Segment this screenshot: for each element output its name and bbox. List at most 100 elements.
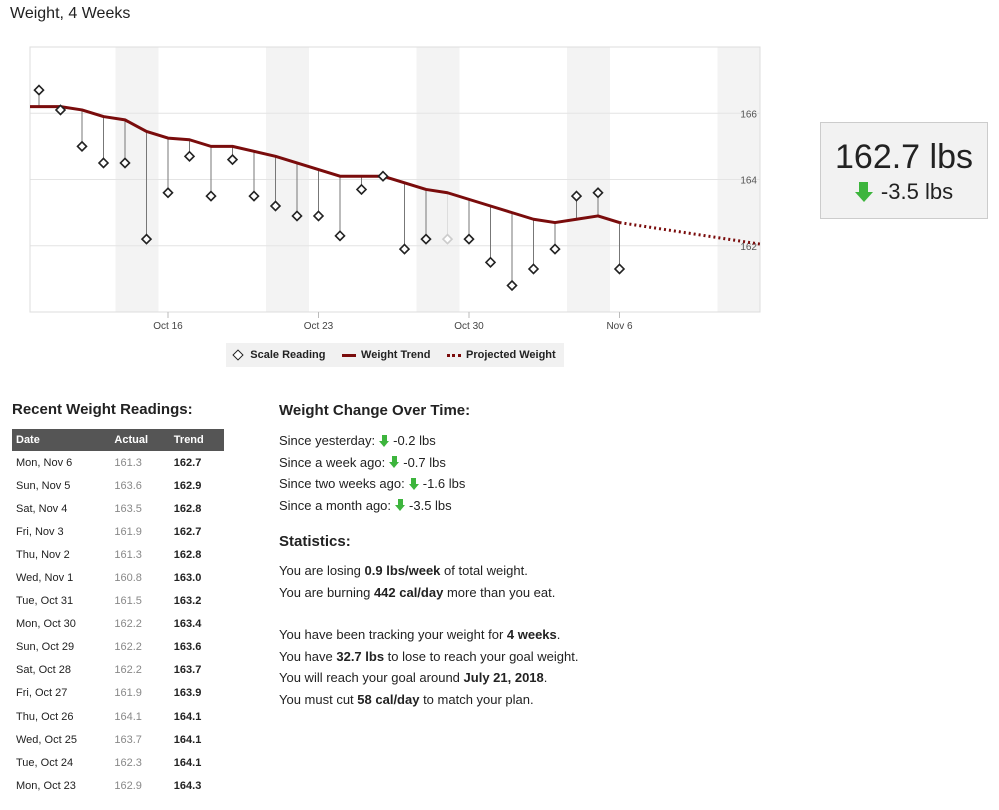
statistic-line: You must cut 58 cal/day to match your pl… — [279, 689, 578, 711]
current-weight: 162.7 lbs — [835, 138, 973, 176]
column-header-date: Date — [12, 429, 111, 451]
table-row: Sat, Oct 28 162.2 163.7 — [12, 659, 224, 682]
date-cell: Thu, Nov 2 — [16, 548, 70, 561]
trend-cell: 162.9 — [173, 479, 202, 492]
statistic-line: You are losing 0.9 lbs/week of total wei… — [279, 560, 578, 582]
legend-weight-trend[interactable]: Weight Trend — [342, 349, 430, 361]
table-row: Sun, Oct 29 162.2 163.6 — [12, 636, 224, 659]
date-cell: Sat, Oct 28 — [16, 664, 72, 677]
statistic-line: You are burning 442 cal/day more than yo… — [279, 582, 578, 604]
scale-reading-point — [334, 230, 346, 242]
x-tick-label: Oct 23 — [304, 321, 334, 332]
change-label: Since a week ago: — [279, 454, 386, 470]
date-cell: Fri, Nov 3 — [16, 525, 64, 538]
weight-change-item: Since two weeks ago: -1.6 lbs — [279, 473, 578, 495]
scale-reading-point — [76, 140, 88, 153]
table-row: Thu, Nov 2 161.3 162.8 — [12, 543, 224, 566]
column-header-trend: Trend — [169, 429, 224, 451]
down-arrow-icon — [389, 456, 400, 469]
actual-cell: 160.8 — [114, 572, 142, 585]
stat-value: 32.7 lbs — [336, 648, 385, 664]
x-tick-label: Oct 30 — [454, 321, 484, 332]
trend-cell: 163.2 — [173, 595, 202, 608]
legend-label: Weight Trend — [361, 349, 431, 361]
stat-value: July 21, 2018 — [463, 670, 544, 685]
legend-scale-reading[interactable]: Scale Reading — [232, 349, 325, 361]
actual-cell: 161.3 — [114, 456, 142, 469]
scale-reading-point — [97, 157, 110, 169]
date-cell: Wed, Nov 1 — [16, 572, 74, 585]
actual-cell: 162.9 — [114, 779, 142, 792]
legend-label: Projected Weight — [466, 349, 556, 361]
table-row: Tue, Oct 24 162.3 164.1 — [12, 751, 224, 774]
current-weight-box: 162.7 lbs -3.5 lbs — [820, 122, 988, 219]
table-row: Wed, Nov 1 160.8 163.0 — [12, 566, 224, 589]
change-value: -0.7 lbs — [403, 454, 446, 470]
stat-text: You have — [279, 648, 337, 664]
weight-change-item: Since a week ago: -0.7 lbs — [279, 452, 578, 474]
scale-reading-point — [312, 210, 325, 222]
stat-text: more than you eat. — [443, 584, 556, 600]
table-row: Fri, Nov 3 161.9 162.7 — [12, 520, 224, 543]
change-label: Since yesterday: — [279, 433, 376, 448]
actual-cell: 163.5 — [114, 502, 142, 515]
trend-cell: 164.1 — [173, 733, 202, 746]
trend-cell: 163.0 — [173, 572, 202, 585]
actual-cell: 164.1 — [114, 710, 142, 723]
stat-text: . — [543, 670, 548, 685]
trend-cell: 164.1 — [173, 756, 202, 769]
table-row: Fri, Oct 27 161.9 163.9 — [12, 682, 224, 705]
scale-reading-point — [484, 256, 497, 268]
statistic-line: You have been tracking your weight for 4… — [279, 624, 578, 646]
scale-reading-point — [613, 263, 626, 275]
down-arrow-icon — [379, 434, 390, 447]
stat-value: 442 cal/day — [373, 584, 444, 600]
scale-reading-point — [162, 187, 174, 199]
change-value: -3.5 lbs — [409, 497, 452, 513]
trend-cell: 163.7 — [173, 664, 202, 677]
change-label: Since a month ago: — [279, 497, 392, 513]
stat-value: 0.9 lbs/week — [364, 563, 441, 578]
scale-reading-point — [226, 153, 239, 166]
scale-reading-point — [506, 279, 518, 292]
statistics-title: Statistics: — [279, 533, 351, 550]
line-icon — [342, 353, 357, 357]
recent-readings-title: Recent Weight Readings: — [12, 401, 193, 418]
trend-cell: 163.9 — [173, 687, 202, 700]
date-cell: Tue, Oct 24 — [16, 756, 74, 769]
y-tick-label: 164 — [740, 176, 757, 187]
date-cell: Mon, Oct 30 — [16, 618, 76, 631]
actual-cell: 161.9 — [114, 687, 142, 700]
stat-text: You will reach your goal around — [279, 670, 464, 685]
stat-value: 58 cal/day — [357, 691, 420, 707]
change-value: -1.6 lbs — [422, 476, 466, 491]
table-row: Sun, Nov 5 163.6 162.9 — [12, 474, 224, 497]
stat-text: You must cut — [279, 691, 358, 707]
actual-cell: 162.2 — [114, 618, 142, 631]
x-tick-label: Oct 16 — [153, 321, 183, 332]
date-cell: Sun, Nov 5 — [16, 479, 71, 492]
actual-cell: 163.7 — [114, 733, 142, 746]
down-arrow-icon — [395, 499, 406, 512]
trend-cell: 164.3 — [173, 779, 202, 792]
date-cell: Fri, Oct 27 — [16, 687, 68, 700]
actual-cell: 163.6 — [114, 479, 142, 492]
scale-reading-point — [183, 150, 196, 162]
date-cell: Tue, Oct 31 — [16, 595, 74, 608]
date-cell: Sat, Nov 4 — [16, 502, 68, 515]
table-row: Wed, Oct 25 163.7 164.1 — [12, 728, 224, 751]
column-header-actual: Actual — [110, 429, 170, 451]
trend-cell: 164.1 — [173, 710, 202, 723]
trend-cell: 162.8 — [173, 548, 202, 561]
scale-reading-point — [33, 84, 45, 96]
legend-projected-weight[interactable]: Projected Weight — [447, 349, 556, 361]
date-cell: Wed, Oct 25 — [16, 733, 77, 746]
weight-change-item: Since a month ago: -3.5 lbs — [279, 495, 578, 517]
stat-text: to match your plan. — [419, 691, 534, 707]
change-value: -3.5 lbs — [880, 179, 954, 204]
statistic-line: You have 32.7 lbs to lose to reach your … — [279, 646, 578, 668]
dotted-line-icon — [447, 353, 462, 357]
scale-reading-point — [463, 233, 475, 245]
stat-value: 4 weeks — [506, 627, 557, 642]
weight-change-summary: -3.5 lbs — [821, 179, 987, 205]
